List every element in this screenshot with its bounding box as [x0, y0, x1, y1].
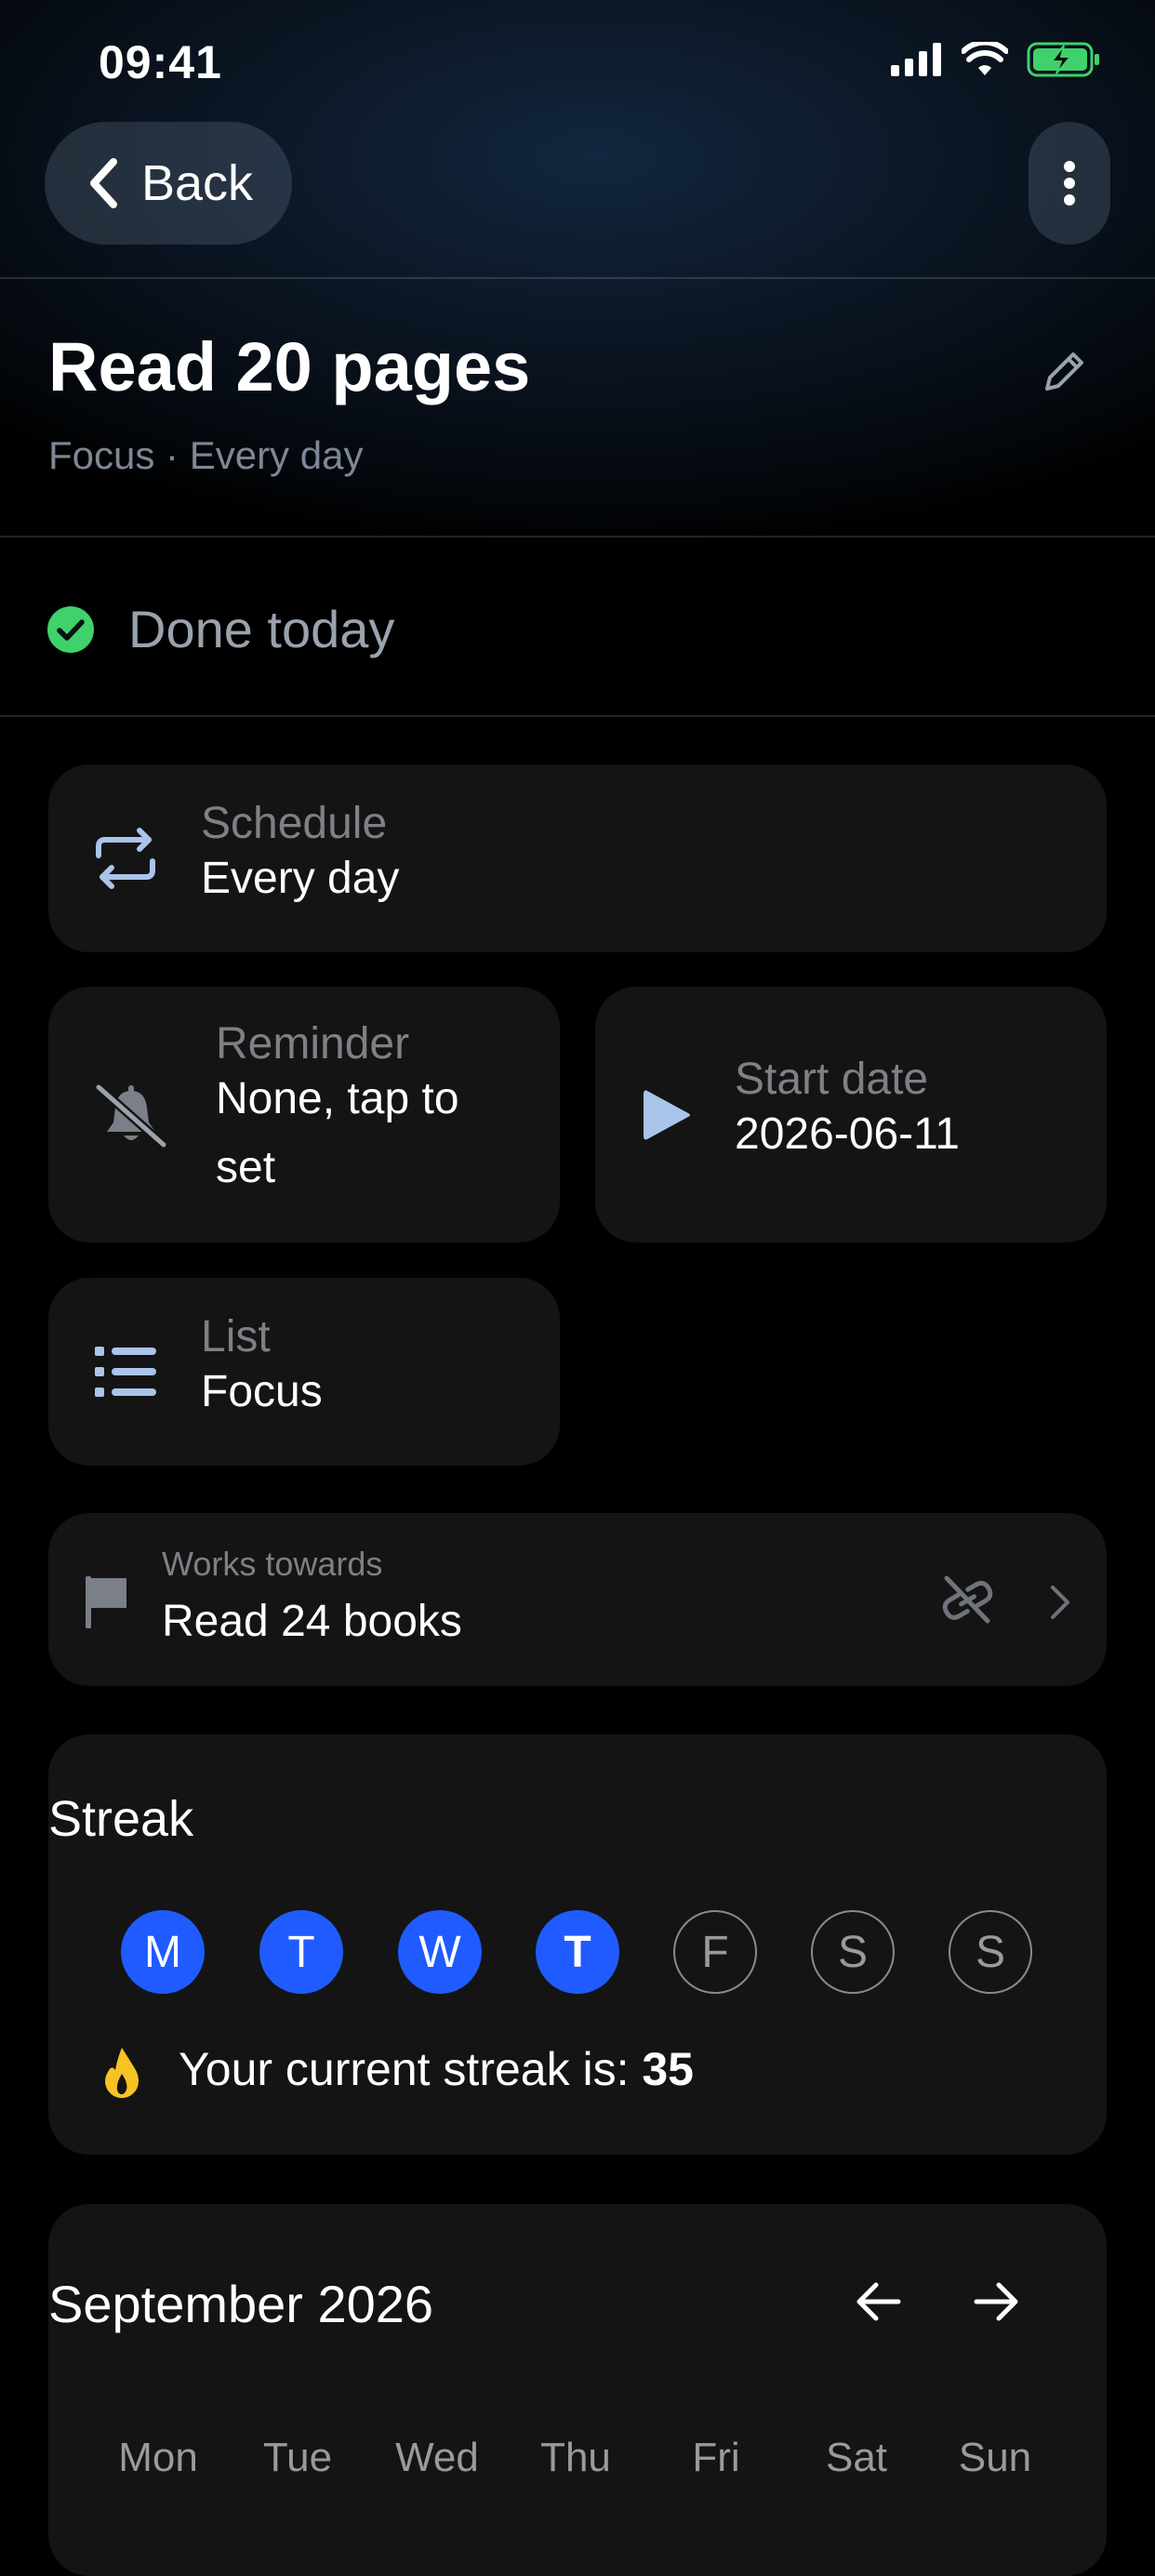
flag-icon	[86, 1576, 126, 1628]
chevron-left-icon	[90, 158, 117, 208]
calendar-card	[48, 2204, 1107, 2576]
weekday-wed: Wed	[395, 2435, 479, 2480]
streak-day-sun: S	[949, 1910, 1032, 1994]
more-vertical-icon	[1064, 161, 1075, 206]
done-today-status[interactable]: Done today	[46, 599, 394, 659]
repeat-icon	[96, 828, 155, 889]
start-date-label: Start date	[735, 1055, 929, 1104]
status-time: 09:41	[99, 36, 222, 88]
schedule-label: Schedule	[201, 799, 388, 848]
bell-off-icon	[94, 1083, 168, 1149]
habit-subtitle: Focus · Every day	[48, 433, 364, 477]
goal-card[interactable]: Works towards Read 24 books	[48, 1513, 1107, 1686]
schedule-value: Every day	[201, 854, 400, 903]
status-icons	[891, 41, 1101, 78]
weekday-thu: Thu	[540, 2435, 611, 2480]
streak-summary: Your current streak is: 35	[179, 2043, 694, 2095]
start-date-card[interactable]: Start date 2026-06-11	[595, 987, 1107, 1242]
goal-value: Read 24 books	[162, 1597, 462, 1646]
habit-title: Read 20 pages	[48, 328, 531, 405]
wifi-icon	[962, 42, 1008, 75]
streak-day-tue: T	[259, 1910, 343, 1994]
status-bar: 09:41	[0, 0, 1155, 130]
check-circle-icon	[47, 605, 94, 653]
back-label: Back	[141, 155, 254, 211]
more-options-button[interactable]	[1029, 122, 1110, 245]
streak-day-fri: F	[673, 1910, 757, 1994]
back-button[interactable]: Back	[45, 122, 292, 245]
arrow-right-icon[interactable]	[973, 2280, 1021, 2323]
list-icon	[95, 1347, 156, 1397]
streak-count: 35	[642, 2043, 694, 2095]
signal-icon	[891, 43, 941, 76]
chevron-right-icon	[1051, 1586, 1069, 1619]
weekday-fri: Fri	[692, 2435, 740, 2480]
streak-title: Streak	[48, 1791, 194, 1847]
play-icon	[644, 1090, 690, 1140]
streak-day-mon: M	[121, 1910, 205, 1994]
start-date-value: 2026-06-11	[735, 1109, 960, 1159]
unlink-icon[interactable]	[939, 1574, 995, 1625]
weekday-sat: Sat	[825, 2435, 888, 2480]
schedule-card[interactable]: Schedule Every day	[48, 764, 1107, 952]
reminder-card[interactable]: Reminder None, tap to set	[48, 987, 560, 1242]
weekday-mon: Mon	[118, 2435, 198, 2480]
goal-label: Works towards	[162, 1545, 383, 1583]
streak-day-wed: W	[398, 1910, 482, 1994]
list-card[interactable]: List Focus	[48, 1278, 560, 1466]
weekday-sun: Sun	[958, 2435, 1032, 2480]
divider	[0, 536, 1155, 538]
list-value: Focus	[201, 1367, 323, 1416]
list-label: List	[201, 1312, 271, 1361]
flame-icon	[105, 2048, 139, 2098]
battery-charging-icon	[1027, 42, 1099, 77]
weekday-tue: Tue	[262, 2435, 333, 2480]
divider	[0, 715, 1155, 717]
divider	[0, 277, 1155, 279]
streak-day-sat: S	[811, 1910, 895, 1994]
reminder-label: Reminder	[216, 1019, 410, 1069]
edit-pencil-icon[interactable]	[1038, 346, 1090, 398]
reminder-value: None, tap to set	[216, 1074, 459, 1192]
arrow-left-icon[interactable]	[854, 2280, 902, 2323]
calendar-month-title: September 2026	[48, 2275, 434, 2333]
streak-day-thu: T	[536, 1910, 619, 1994]
done-today-label: Done today	[128, 600, 395, 658]
